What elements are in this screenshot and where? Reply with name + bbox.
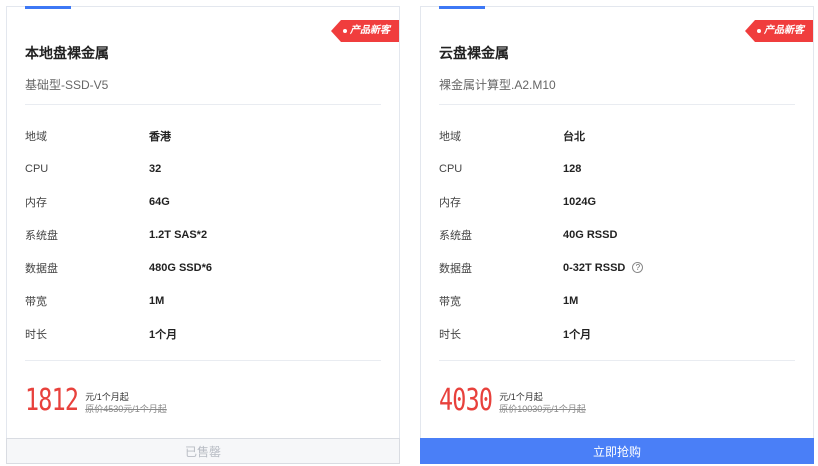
spec-row-cpu: CPU 128 <box>439 152 795 185</box>
spec-label: 地域 <box>25 130 47 143</box>
spec-label: 时长 <box>439 328 461 341</box>
divider <box>439 104 795 105</box>
spec-value: 1.2T SAS*2 <box>149 228 208 241</box>
card-accent-bar <box>25 6 71 9</box>
spec-label: 带宽 <box>25 295 47 308</box>
spec-row-memory: 内存 1024G <box>439 185 795 218</box>
product-card-local-disk: 产品新客 本地盘裸金属 基础型-SSD-V5 地域 香港 CPU 32 内存 64G … <box>6 6 400 464</box>
spec-label: 地域 <box>439 130 461 143</box>
spec-value: 128 <box>563 162 582 175</box>
spec-value: 1024G <box>563 195 597 208</box>
spec-value: 480G SSD*6 <box>149 261 212 274</box>
spec-row-system-disk: 系统盘 40G RSSD <box>439 218 795 251</box>
spec-label: 数据盘 <box>439 262 472 275</box>
sold-out-button[interactable]: 已售罄 <box>6 438 400 464</box>
spec-value: 0-32T RSSD <box>563 261 626 274</box>
original-price: 原价4530元/1个月起 <box>85 404 167 414</box>
spec-label: 带宽 <box>439 295 461 308</box>
price-value: 1812 <box>25 383 79 418</box>
spec-row-duration: 时长 1个月 <box>439 317 795 350</box>
original-price: 原价10030元/1个月起 <box>499 404 586 414</box>
spec-row-system-disk: 系统盘 1.2T SAS*2 <box>25 218 381 251</box>
spec-row-memory: 内存 64G <box>25 185 381 218</box>
spec-value: 32 <box>149 162 162 175</box>
card-title: 云盘裸金属 <box>439 45 509 61</box>
spec-label: 数据盘 <box>25 262 58 275</box>
spec-row-bandwidth: 带宽 1M <box>439 284 795 317</box>
card-subtitle: 基础型-SSD-V5 <box>25 78 109 92</box>
spec-row-region: 地域 香港 <box>25 119 381 152</box>
spec-value: 40G RSSD <box>563 228 618 241</box>
spec-label: CPU <box>25 162 49 175</box>
spec-value: 台北 <box>563 130 585 143</box>
spec-row-region: 地域 台北 <box>439 119 795 152</box>
price-meta: 元/1个月起 原价4530元/1个月起 <box>85 391 167 416</box>
spec-label: 系统盘 <box>25 229 58 242</box>
price-value: 4030 <box>439 383 493 418</box>
buy-now-button[interactable]: 立即抢购 <box>420 438 814 464</box>
spec-label: 内存 <box>439 196 461 209</box>
spec-value: 1个月 <box>563 328 592 341</box>
price-unit: 元/1个月起 <box>499 392 543 402</box>
spec-value: 1个月 <box>149 328 178 341</box>
price-unit: 元/1个月起 <box>85 392 129 402</box>
price-meta: 元/1个月起 原价10030元/1个月起 <box>499 391 586 416</box>
price-block: 1812 元/1个月起 原价4530元/1个月起 <box>25 386 167 416</box>
spec-label: 内存 <box>25 196 47 209</box>
new-customer-tag: 产品新客 <box>745 20 813 42</box>
new-customer-tag: 产品新客 <box>331 20 399 42</box>
spec-row-bandwidth: 带宽 1M <box>25 284 381 317</box>
spec-label: 时长 <box>25 328 47 341</box>
spec-row-duration: 时长 1个月 <box>25 317 381 350</box>
spec-row-data-disk: 数据盘 480G SSD*6 <box>25 251 381 284</box>
product-card-cloud-disk: 产品新客 云盘裸金属 裸金属计算型.A2.M10 地域 台北 CPU 128 内存 1… <box>420 6 814 464</box>
spec-value: 1M <box>563 294 579 307</box>
spec-list: 地域 台北 CPU 128 内存 1024G 系统盘 40G RSSD 数据盘 0-32T… <box>439 119 795 350</box>
card-subtitle: 裸金属计算型.A2.M10 <box>439 78 556 92</box>
spec-row-cpu: CPU 32 <box>25 152 381 185</box>
card-accent-bar <box>439 6 485 9</box>
spec-list: 地域 香港 CPU 32 内存 64G 系统盘 1.2T SAS*2 数据盘 480G S… <box>25 119 381 350</box>
spec-value: 1M <box>149 294 165 307</box>
spec-row-data-disk: 数据盘 0-32T RSSD? <box>439 251 795 284</box>
question-circle-icon[interactable]: ? <box>632 262 644 273</box>
divider <box>25 104 381 105</box>
spec-value: 64G <box>149 195 170 208</box>
spec-value: 香港 <box>149 130 171 143</box>
divider <box>439 360 795 361</box>
spec-label: CPU <box>439 162 463 175</box>
card-title: 本地盘裸金属 <box>25 45 109 61</box>
divider <box>25 360 381 361</box>
spec-label: 系统盘 <box>439 229 472 242</box>
price-block: 4030 元/1个月起 原价10030元/1个月起 <box>439 386 586 416</box>
